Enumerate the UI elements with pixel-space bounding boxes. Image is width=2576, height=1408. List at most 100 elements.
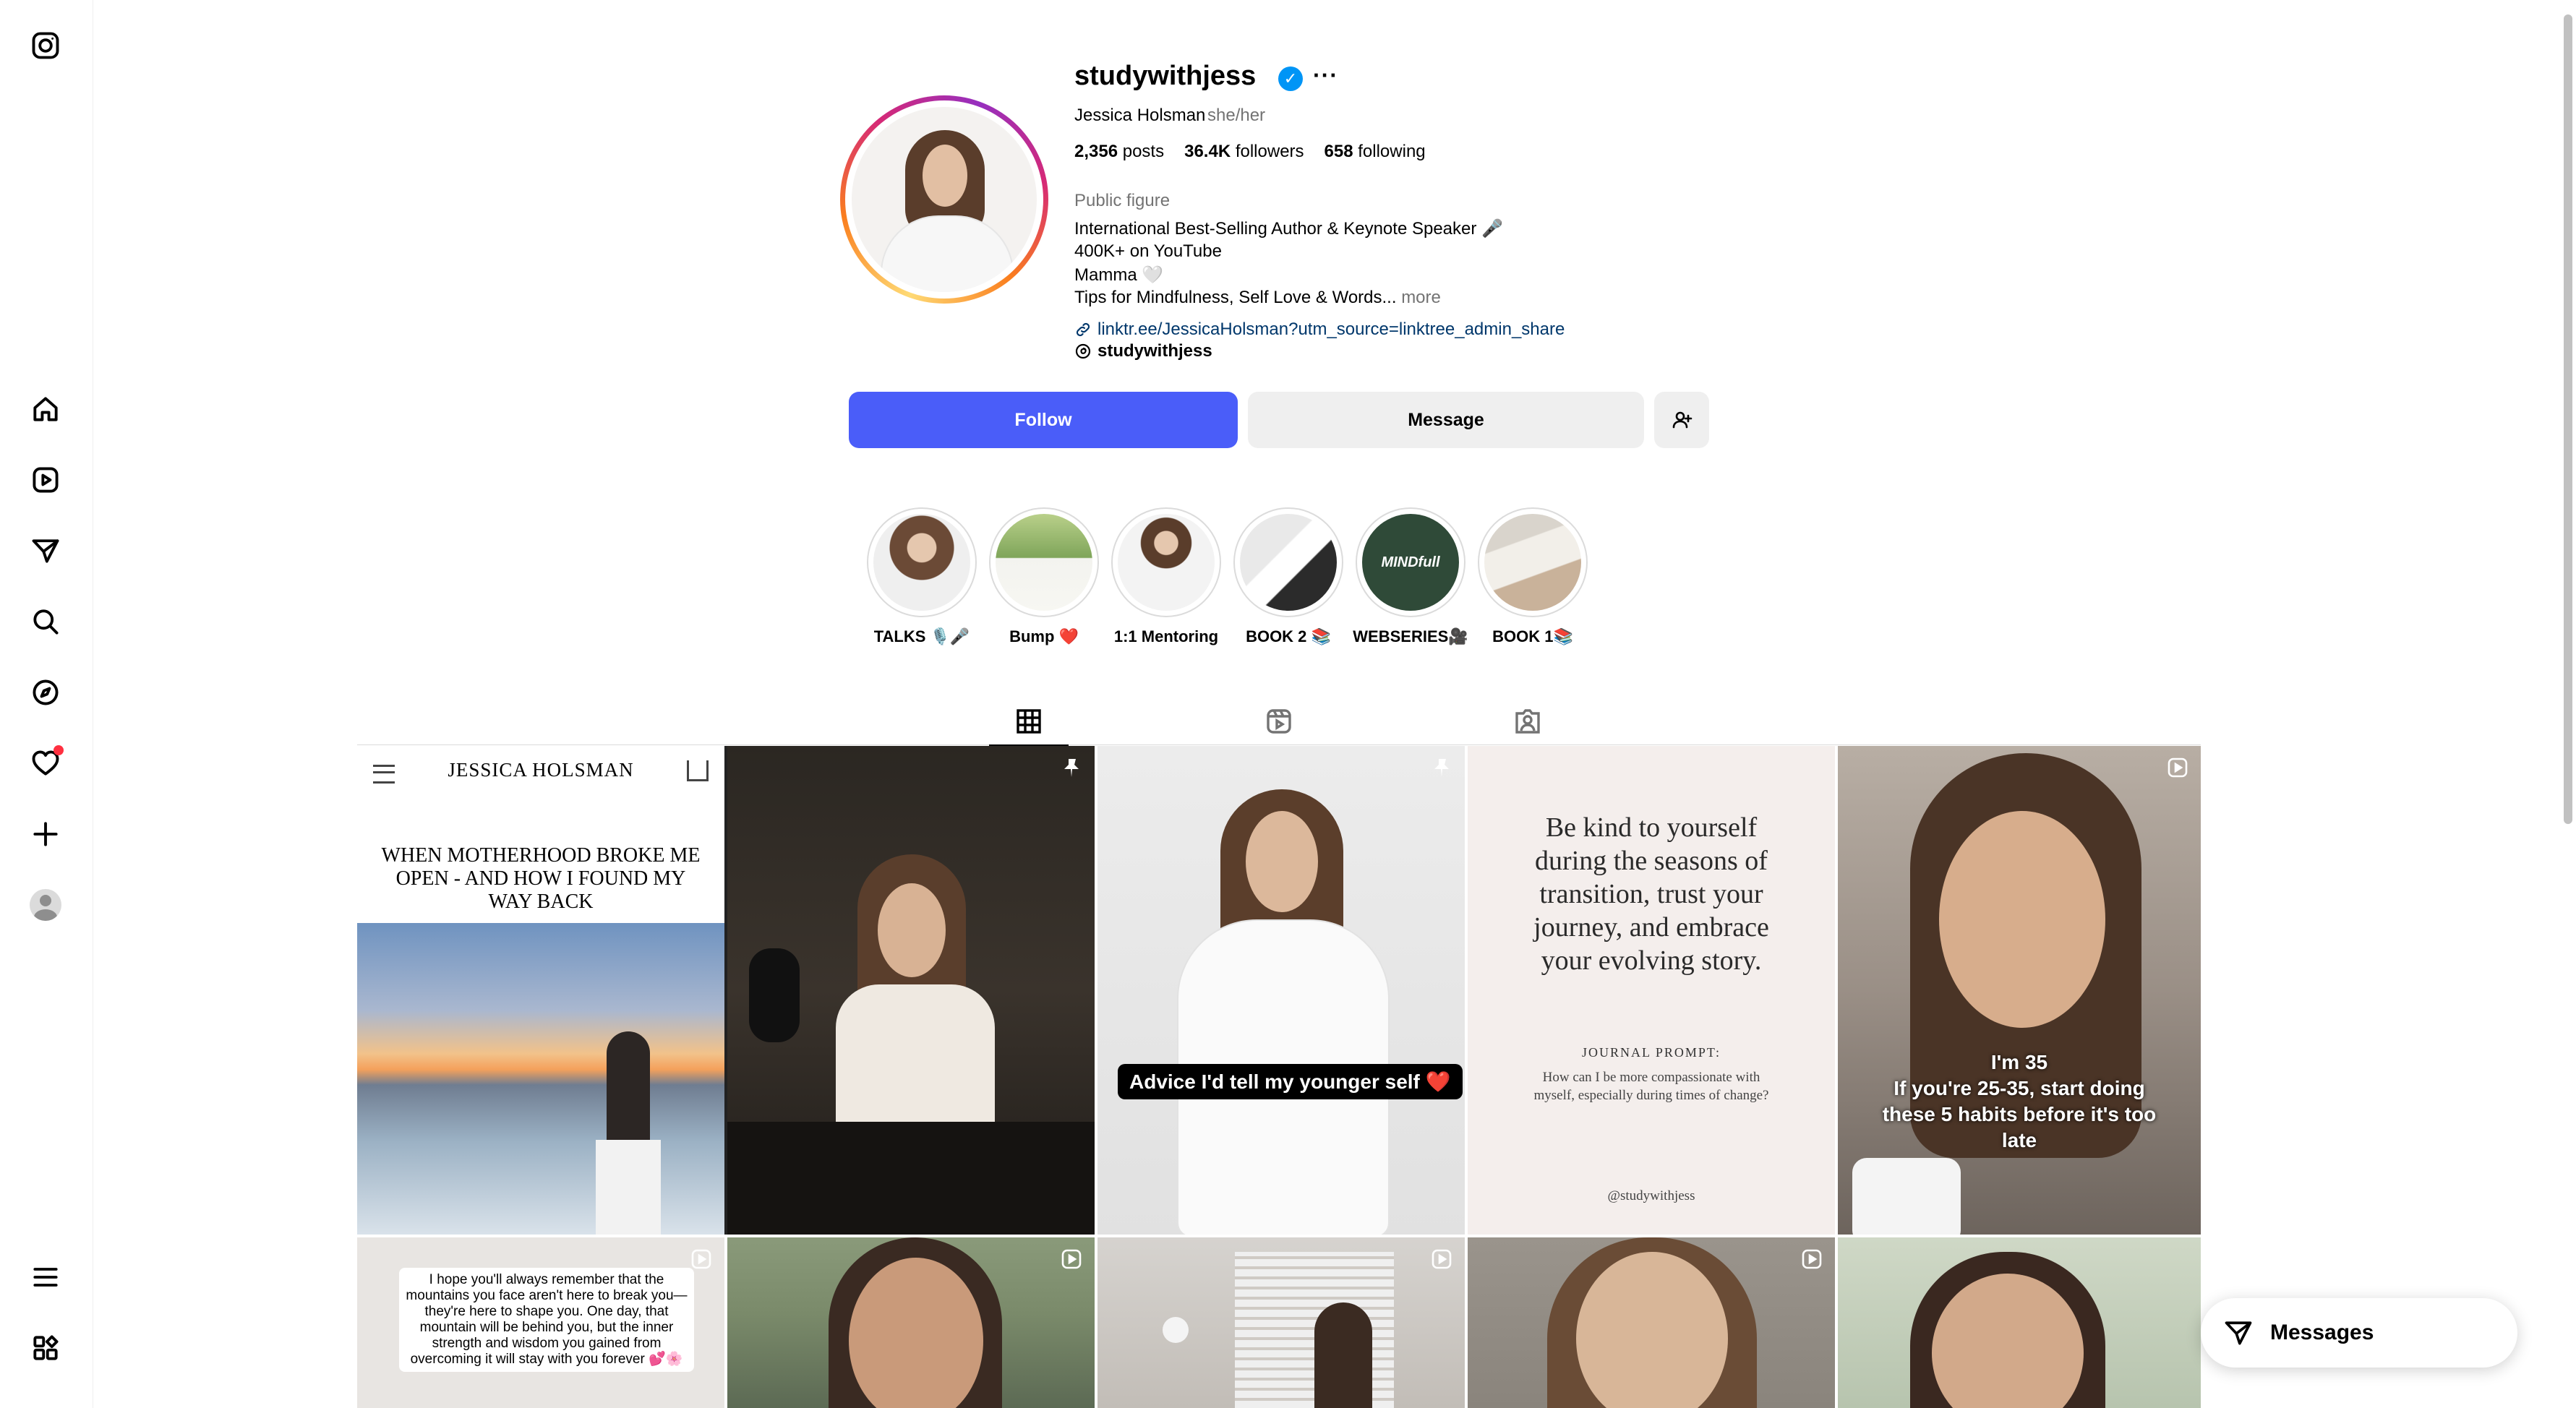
- highlight-label: BOOK 2 📚: [1246, 627, 1331, 645]
- blog-site-name: JESSICA HOLSMAN: [448, 759, 634, 781]
- notification-dot: [54, 745, 64, 755]
- highlight-bump[interactable]: Bump ❤️: [983, 507, 1105, 646]
- scrollbar-thumb[interactable]: [2564, 14, 2572, 824]
- left-sidebar: [0, 0, 93, 1408]
- message-button[interactable]: Message: [1248, 392, 1644, 448]
- tab-tagged[interactable]: [1488, 698, 1567, 744]
- webseries-logo-text: MINDfull: [1381, 554, 1440, 570]
- following-count[interactable]: 658 following: [1325, 142, 1426, 162]
- explore-icon[interactable]: [22, 669, 69, 716]
- messages-icon[interactable]: [22, 527, 69, 575]
- pinned-icon: [1060, 756, 1083, 779]
- more-menu-icon[interactable]: [22, 1253, 69, 1301]
- threads-link[interactable]: studywithjess: [1074, 341, 1212, 361]
- suggested-accounts-button[interactable]: [1654, 392, 1709, 448]
- home-icon[interactable]: [22, 385, 69, 433]
- reels-icon: [1267, 709, 1291, 734]
- bio-line-text: Tips for Mindfulness, Self Love & Words.…: [1074, 288, 1397, 307]
- blog-headline: WHEN MOTHERHOOD BROKE ME OPEN - AND HOW …: [381, 844, 701, 913]
- highlight-cover: [1484, 514, 1581, 611]
- send-icon: [2225, 1321, 2252, 1345]
- highlight-cover: [1118, 514, 1215, 611]
- messages-label: Messages: [2270, 1321, 2374, 1344]
- bio-more-link[interactable]: more: [1401, 288, 1441, 307]
- profile-picture[interactable]: [840, 95, 1048, 304]
- desk: [727, 1122, 1095, 1235]
- post-tile[interactable]: I hope you'll always remember that the m…: [357, 1237, 724, 1408]
- highlight-talks[interactable]: TALKS 🎙️🎤: [860, 507, 983, 646]
- highlight-mentoring[interactable]: 1:1 Mentoring: [1105, 507, 1228, 646]
- bio-link-text: linktr.ee/JessicaHolsman?utm_source=link…: [1097, 319, 1565, 339]
- bio-link[interactable]: linktr.ee/JessicaHolsman?utm_source=link…: [1074, 319, 1565, 340]
- post-tile[interactable]: [727, 1237, 1095, 1408]
- post-tile[interactable]: [727, 746, 1095, 1235]
- also-from-meta-icon[interactable]: [22, 1324, 69, 1372]
- post-tile[interactable]: Advice I'd tell my younger self ❤️: [1097, 746, 1465, 1235]
- reel-overlay-line: I'm 35: [1990, 1051, 2048, 1073]
- microphone: [749, 948, 800, 1042]
- post-tile[interactable]: [1097, 1237, 1465, 1408]
- profile-icon[interactable]: [22, 881, 69, 929]
- beach-photo: [357, 923, 724, 1235]
- tagged-icon: [1515, 709, 1540, 734]
- post-text-overlay: I hope you'll always remember that the m…: [399, 1268, 694, 1372]
- journal-prompt-text: How can I be more compassionate with mys…: [1533, 1070, 1769, 1103]
- photo-subject-face: [1246, 811, 1318, 912]
- reel-icon: [690, 1248, 713, 1271]
- post-tile[interactable]: Be kind to yourself during the seasons o…: [1468, 746, 1835, 1235]
- instagram-logo-icon[interactable]: [22, 22, 69, 69]
- bio-line: 400K+ on YouTube: [1074, 241, 1222, 261]
- highlight-cover: [996, 514, 1092, 611]
- post-tile[interactable]: JESSICA HOLSMAN WHEN MOTHERHOOD BROKE ME…: [357, 746, 727, 1235]
- options-button[interactable]: ···: [1313, 62, 1338, 89]
- highlight-label: 1:1 Mentoring: [1113, 627, 1219, 645]
- bio-line: Mamma 🤍: [1074, 265, 1164, 285]
- post-tile[interactable]: [1468, 1237, 1835, 1408]
- posts-count: 2,356 posts: [1074, 142, 1165, 161]
- bio-line: International Best-Selling Author & Keyn…: [1074, 219, 1503, 239]
- share-icon: [687, 760, 709, 781]
- follow-button[interactable]: Follow: [849, 392, 1238, 448]
- add-user-icon: [1672, 411, 1693, 429]
- highlight-label: Bump ❤️: [1009, 627, 1079, 645]
- reels-icon[interactable]: [22, 456, 69, 504]
- photo-subject-top: [836, 984, 995, 1143]
- threads-handle: studywithjess: [1097, 341, 1212, 361]
- highlight-book-2[interactable]: BOOK 2 📚: [1227, 507, 1350, 646]
- profile-category: Public figure: [1074, 191, 1171, 210]
- profile-pronouns: she/her: [1207, 106, 1266, 125]
- post-tile[interactable]: [1838, 1237, 2201, 1408]
- reel-icon: [1800, 1248, 1823, 1271]
- profile-full-name: Jessica Holsman: [1074, 106, 1206, 125]
- tab-reels[interactable]: [1239, 698, 1319, 744]
- create-icon[interactable]: [22, 810, 69, 858]
- highlight-webseries[interactable]: MINDfull WEBSERIES🎥: [1349, 507, 1472, 646]
- post-caption-overlay: Advice I'd tell my younger self ❤️: [1118, 1064, 1463, 1099]
- profile-stats: 2,356 posts 36.4K followers 658 followin…: [1074, 142, 1426, 162]
- followers-count[interactable]: 36.4K followers: [1184, 142, 1304, 162]
- reel-icon: [1060, 1248, 1083, 1271]
- reel-icon: [1430, 1248, 1453, 1271]
- post-tile[interactable]: I'm 35 If you're 25-35, start doing thes…: [1838, 746, 2201, 1235]
- tab-posts[interactable]: [989, 698, 1069, 747]
- highlight-book-1[interactable]: BOOK 1📚: [1471, 507, 1594, 646]
- highlight-cover: [873, 514, 970, 611]
- photo-subject-face: [878, 883, 946, 977]
- verified-badge-icon: ✓: [1278, 66, 1303, 91]
- highlight-label: TALKS 🎙️🎤: [873, 627, 970, 645]
- messages-button[interactable]: Messages: [2201, 1298, 2517, 1368]
- photo-subject-face: [1939, 811, 2105, 1028]
- notifications-icon[interactable]: [22, 739, 69, 787]
- mug: [1852, 1158, 1961, 1235]
- search-icon[interactable]: [22, 598, 69, 645]
- post-handle: @studywithjess: [1607, 1188, 1695, 1203]
- journal-prompt-title: JOURNAL PROMPT:: [1582, 1045, 1721, 1060]
- reel-overlay-line: If you're 25-35, start doing these 5 hab…: [1882, 1077, 2157, 1151]
- highlight-label: WEBSERIES🎥: [1353, 627, 1468, 645]
- threads-icon: [1075, 343, 1091, 359]
- highlight-label: BOOK 1📚: [1492, 627, 1573, 645]
- profile-photo: [852, 107, 1037, 292]
- photo-subject: [1314, 1302, 1372, 1408]
- reel-overlay-text: I'm 35 If you're 25-35, start doing thes…: [1874, 1049, 2165, 1154]
- lamp: [1163, 1317, 1189, 1343]
